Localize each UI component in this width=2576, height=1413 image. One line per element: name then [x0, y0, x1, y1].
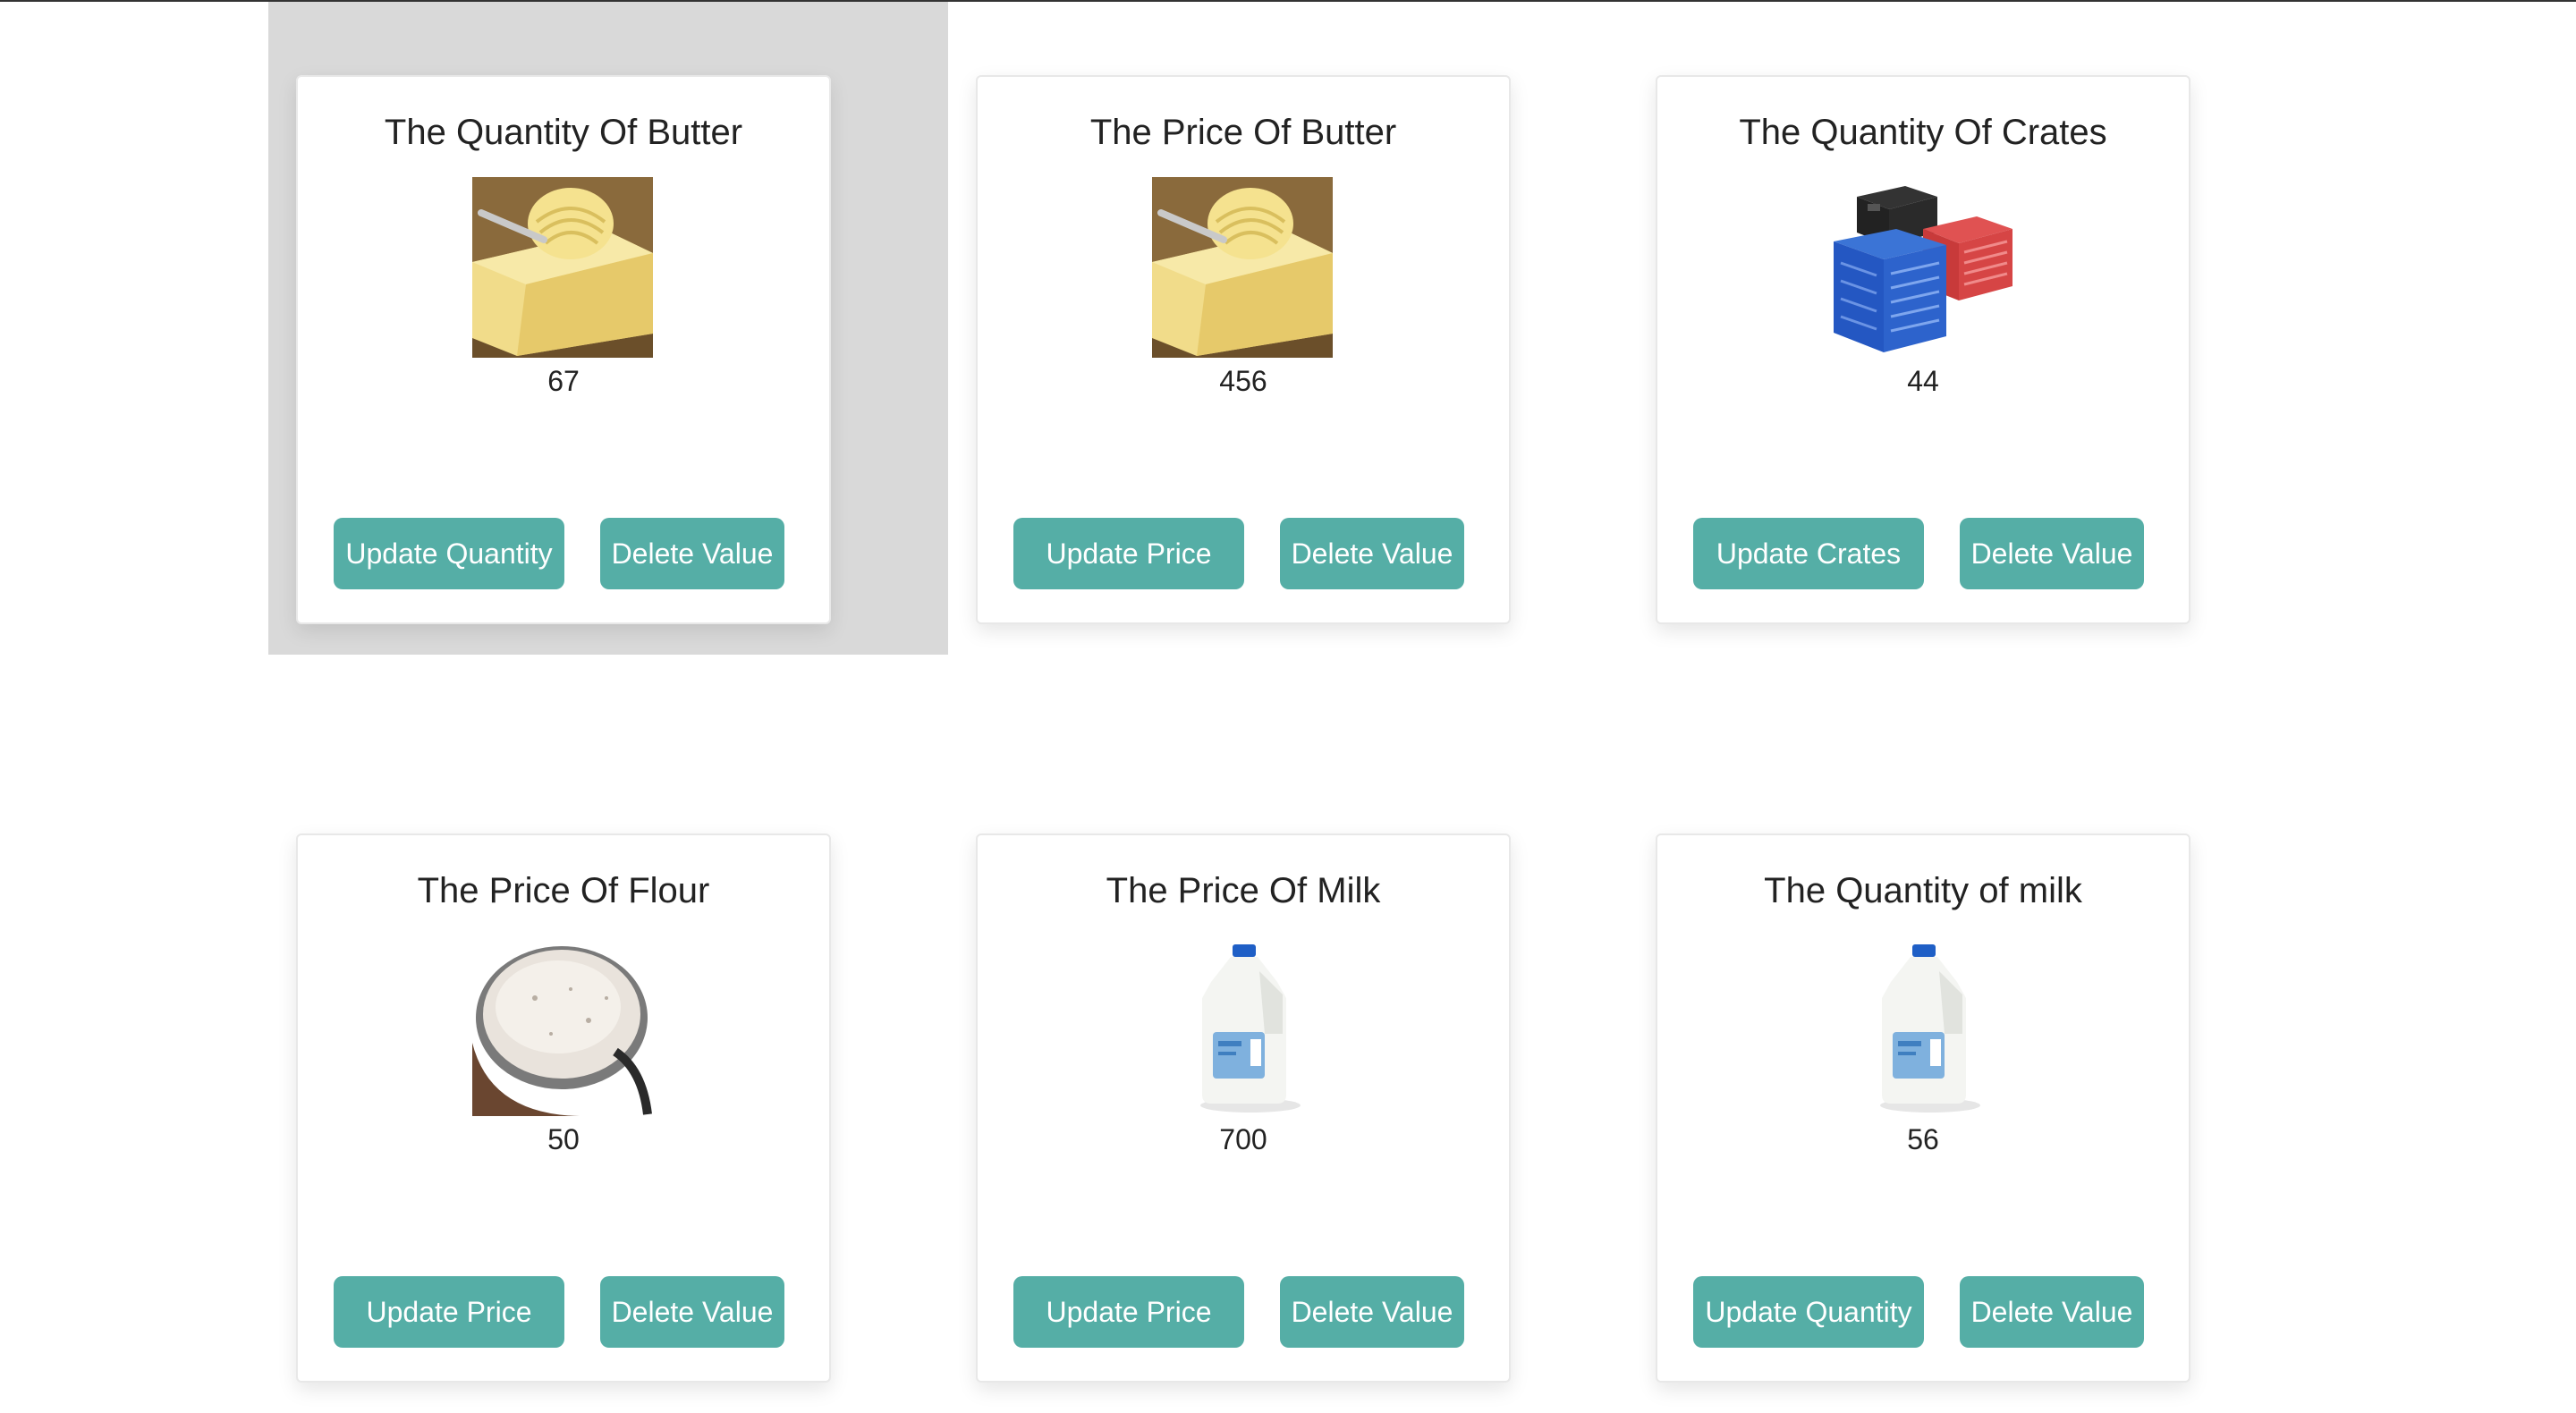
update-quantity-button[interactable]: Update Quantity — [1693, 1276, 1924, 1348]
delete-value-button[interactable]: Delete Value — [1960, 518, 2144, 589]
delete-value-button[interactable]: Delete Value — [600, 518, 784, 589]
card-title: The Quantity of milk — [1764, 871, 2082, 910]
card-quantity-butter[interactable]: The Quantity Of Butter 67 Update Quantit… — [296, 75, 831, 624]
milk-jug-image — [1152, 935, 1333, 1116]
card-value: 67 — [547, 365, 580, 397]
update-price-button[interactable]: Update Price — [334, 1276, 564, 1348]
card-title: The Quantity Of Crates — [1739, 113, 2107, 152]
delete-value-button[interactable]: Delete Value — [600, 1276, 784, 1348]
card-price-butter[interactable]: The Price Of Butter 456 Update Price Del… — [976, 75, 1511, 624]
card-value: 456 — [1219, 365, 1267, 397]
card-value: 56 — [1907, 1123, 1939, 1155]
card-title: The Price Of Milk — [1106, 871, 1381, 910]
crates-image — [1832, 177, 2012, 358]
card-price-flour[interactable]: The Price Of Flour 50 Update Price Delet… — [296, 833, 831, 1383]
card-price-milk[interactable]: The Price Of Milk 700 Update Price Delet… — [976, 833, 1511, 1383]
delete-value-button[interactable]: Delete Value — [1960, 1276, 2144, 1348]
butter-image — [472, 177, 653, 358]
flour-image — [472, 935, 653, 1116]
card-quantity-milk[interactable]: The Quantity of milk 56 Update Quantity … — [1656, 833, 2190, 1383]
update-crates-button[interactable]: Update Crates — [1693, 518, 1924, 589]
card-value: 50 — [547, 1123, 580, 1155]
card-value: 44 — [1907, 365, 1939, 397]
milk-jug-image — [1832, 935, 2012, 1116]
delete-value-button[interactable]: Delete Value — [1280, 1276, 1464, 1348]
delete-value-button[interactable]: Delete Value — [1280, 518, 1464, 589]
card-title: The Price Of Flour — [417, 871, 710, 910]
card-title: The Price Of Butter — [1089, 113, 1397, 152]
card-value: 700 — [1219, 1123, 1267, 1155]
card-title: The Quantity Of Butter — [384, 113, 743, 152]
update-price-button[interactable]: Update Price — [1013, 518, 1244, 589]
card-quantity-crates[interactable]: The Quantity Of Crates 44 Update Crates … — [1656, 75, 2190, 624]
update-quantity-button[interactable]: Update Quantity — [334, 518, 564, 589]
butter-image — [1152, 177, 1333, 358]
update-price-button[interactable]: Update Price — [1013, 1276, 1244, 1348]
